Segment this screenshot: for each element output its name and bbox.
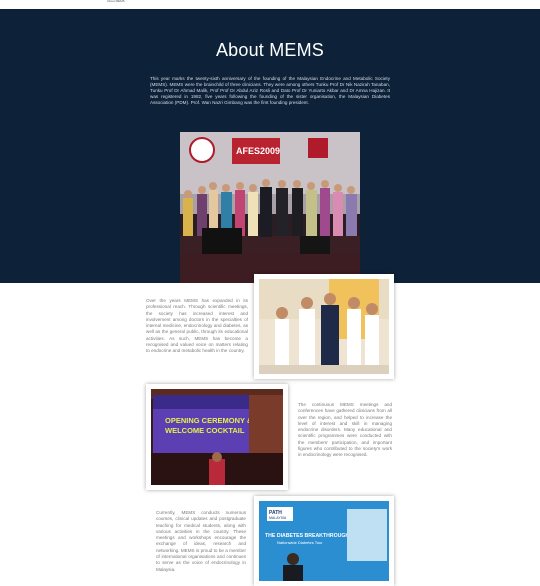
history-paragraph-2: The continuous MEMS meetings and confere… [298, 402, 392, 458]
event-group-photo: AFES2009 [180, 132, 360, 283]
banner-afes-text: AFES2009 [236, 146, 280, 156]
opening-ceremony-photo: OPENING CEREMONY & WELCOME COCKTAIL [146, 384, 288, 490]
screen-line-2: WELCOME COCKTAIL [165, 426, 245, 435]
page-title: About MEMS [215, 40, 325, 60]
screen-line-1: OPENING CEREMONY & [165, 416, 253, 425]
breadcrumb[interactable]: About MEMS [107, 0, 125, 3]
diabetes-tour-photo: PATH MALAYSIA THE DIABETES BREAKTHROUGH … [254, 496, 394, 586]
intro-paragraph: This year marks the twenty-sixth anniver… [150, 76, 390, 106]
tour-subtitle-text: Nationwide Diabetes Tour [277, 540, 323, 545]
history-paragraph-3: Currently, MEMS conducts numerous course… [156, 510, 246, 572]
doctors-group-photo [254, 274, 394, 379]
diabetes-breakthrough-text: THE DIABETES BREAKTHROUGH [265, 533, 349, 539]
malaysia-logo-text: MALAYSIA [269, 516, 287, 520]
top-strip: About MEMS [0, 0, 540, 9]
history-paragraph-1: Over the years MEMS has expanded in its … [146, 298, 248, 354]
